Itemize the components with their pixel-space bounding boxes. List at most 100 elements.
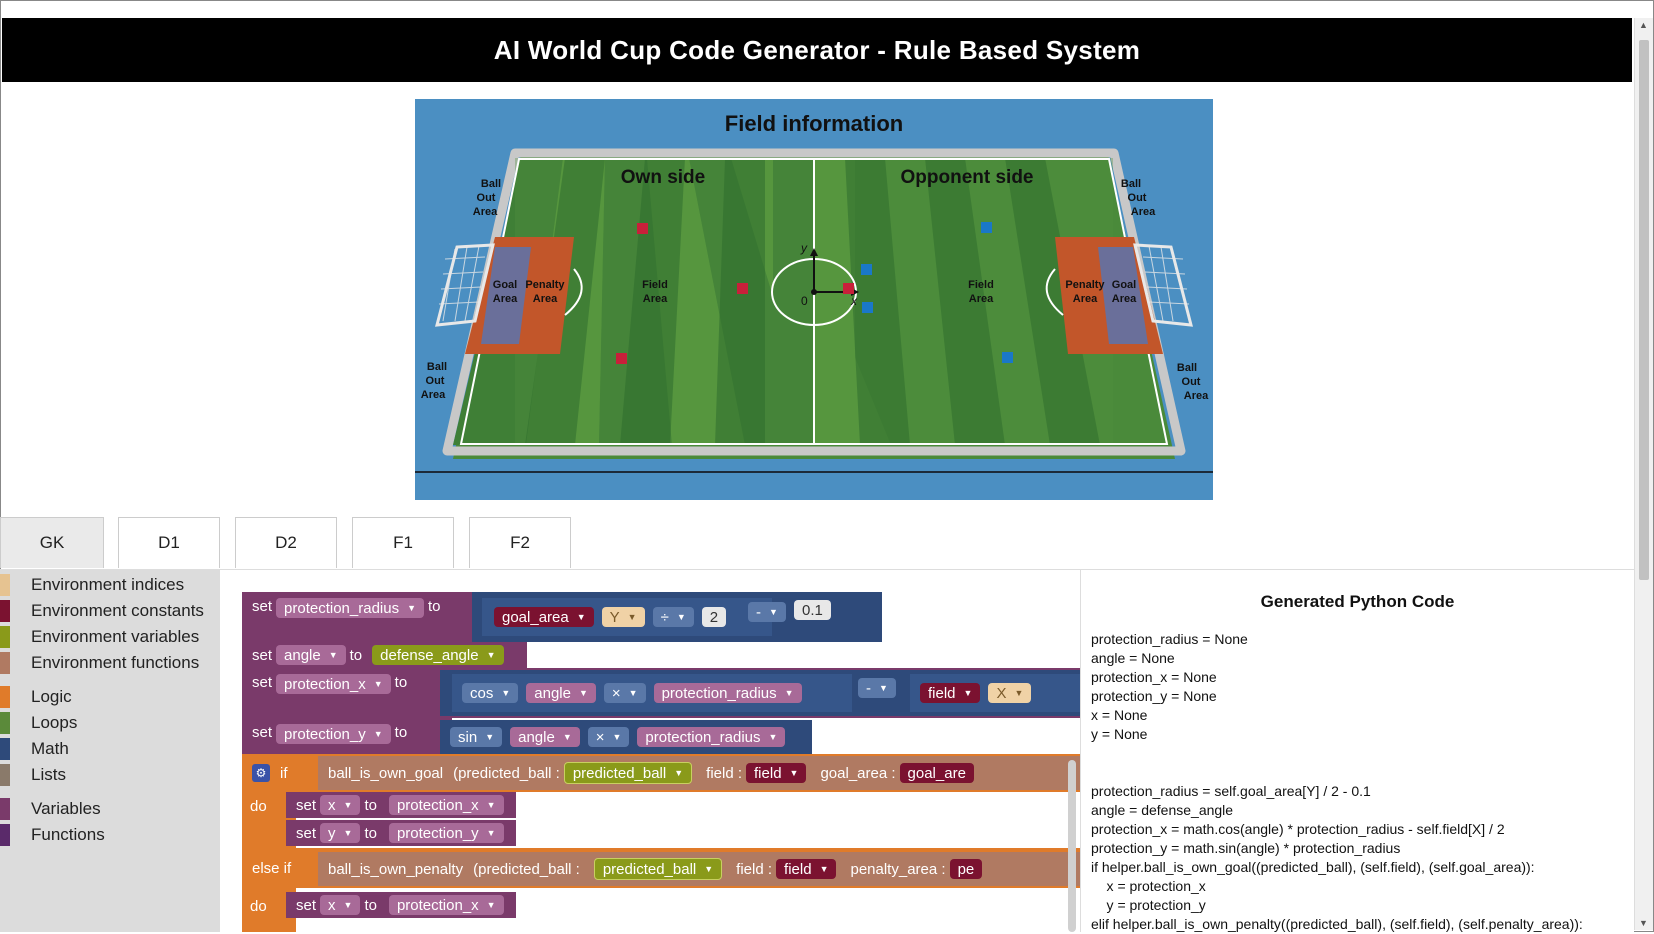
ball-is-own-goal-block[interactable]: ball_is_own_goal (predicted_ball : predi… [318, 756, 1080, 790]
category-lists[interactable]: Lists [0, 762, 220, 788]
ball-out-label: Out [1128, 192, 1147, 204]
cos-dropdown[interactable]: cos ▼ [462, 683, 519, 703]
category-color-swatch [0, 686, 10, 708]
category-color-swatch [0, 712, 10, 734]
defense-angle-dropdown[interactable]: defense_angle ▼ [372, 645, 504, 665]
category-label: Loops [31, 713, 78, 732]
to-keyword: to [394, 724, 408, 741]
field-area-label: Field [642, 279, 668, 291]
ball-is-own-penalty-block[interactable]: ball_is_own_penalty (predicted_ball : pr… [318, 852, 1080, 886]
set-keyword: set [252, 646, 273, 664]
set-x-block[interactable]: set x ▼ to protection_x ▼ [286, 792, 516, 818]
dropdown-arrow-icon: ▼ [789, 768, 799, 778]
var-dropdown[interactable]: x ▼ [320, 895, 361, 915]
times-op-dropdown[interactable]: × ▼ [587, 727, 630, 747]
tab-d1[interactable]: D1 [118, 517, 220, 568]
to-keyword: to [394, 674, 408, 691]
set-keyword: set [252, 724, 273, 741]
field-dropdown[interactable]: field ▼ [776, 859, 837, 879]
dropdown-arrow-icon: ▼ [576, 612, 586, 622]
category-environment-variables[interactable]: Environment variables [0, 624, 220, 650]
minus-op-dropdown[interactable]: - ▼ [748, 602, 786, 622]
scroll-down-icon[interactable]: ▼ [1639, 918, 1648, 928]
const-name: goal_area [502, 608, 569, 626]
category-environment-constants[interactable]: Environment constants [0, 598, 220, 624]
times-op-dropdown[interactable]: × ▼ [603, 683, 646, 703]
index-y-dropdown[interactable]: Y ▼ [601, 607, 645, 627]
minus-op-dropdown[interactable]: - ▼ [858, 678, 896, 698]
set-angle-block[interactable]: set angle ▼ to defense_angle ▼ [242, 642, 527, 668]
math-multiply-block[interactable]: cos ▼ angle ▼ × ▼ protection_radius ▼ [452, 674, 852, 712]
const-name: field [754, 764, 782, 782]
var-dropdown[interactable]: protection_radius ▼ [276, 598, 425, 618]
predicted-ball-dropdown[interactable]: predicted_ball ▼ [593, 858, 723, 880]
math-divide-block[interactable]: field ▼ X ▼ [910, 674, 1080, 712]
set-y-block[interactable]: set y ▼ to protection_y ▼ [286, 820, 516, 846]
field-dropdown[interactable]: field ▼ [920, 683, 981, 703]
protection-x-var[interactable]: protection_x ▼ [388, 895, 504, 915]
scroll-up-icon[interactable]: ▲ [1639, 20, 1648, 30]
dropdown-arrow-icon: ▼ [373, 729, 383, 739]
dropdown-arrow-icon: ▼ [486, 800, 496, 810]
ball-out-label: Area [421, 389, 446, 401]
var-dropdown[interactable]: angle ▼ [276, 645, 346, 665]
index-x-dropdown[interactable]: X ▼ [988, 683, 1032, 703]
set-x-block[interactable]: set x ▼ to protection_x ▼ [286, 892, 516, 918]
protection-radius-var[interactable]: protection_radius ▼ [653, 683, 802, 703]
math-divide-block[interactable]: goal_area ▼ Y ▼ ÷ ▼ 2 [482, 598, 772, 636]
set-protection-radius-block[interactable]: set protection_radius ▼ to [242, 592, 472, 642]
goal-area-label: Goal [1112, 279, 1136, 291]
do-keyword: do [250, 897, 267, 915]
page-scrollbar-thumb[interactable] [1639, 40, 1649, 580]
number-field[interactable]: 2 [701, 607, 727, 627]
blockly-workspace[interactable]: set protection_radius ▼ to goal_area ▼ Y ▼ … [220, 570, 1080, 932]
workspace-scrollbar[interactable] [1068, 760, 1076, 932]
category-environment-functions[interactable]: Environment functions [0, 650, 220, 676]
sin-dropdown[interactable]: sin ▼ [450, 727, 503, 747]
category-loops[interactable]: Loops [0, 710, 220, 736]
penalty-area-label: Penalty [525, 279, 565, 291]
field-area-label: Field [968, 279, 994, 291]
number-field[interactable]: 0.1 [794, 600, 831, 620]
page-title: AI World Cup Code Generator - Rule Based… [493, 34, 1141, 65]
category-color-swatch [0, 738, 10, 760]
page-scrollbar[interactable]: ▲ ▼ [1634, 18, 1653, 930]
protection-x-var[interactable]: protection_x ▼ [388, 795, 504, 815]
divide-op-dropdown[interactable]: ÷ ▼ [652, 607, 694, 627]
dropdown-arrow-icon: ▼ [373, 679, 383, 689]
math-multiply-block[interactable]: sin ▼ angle ▼ × ▼ protection_radius ▼ [440, 720, 812, 754]
tab-f2[interactable]: F2 [469, 517, 571, 568]
goal-area-dropdown[interactable]: goal_are [899, 763, 974, 783]
category-environment-indices[interactable]: Environment indices [0, 572, 220, 598]
penalty-area-dropdown[interactable]: pe [949, 859, 983, 879]
const-name: goal_are [907, 764, 966, 782]
var-dropdown[interactable]: protection_x ▼ [276, 674, 391, 694]
do-label: do [250, 896, 267, 916]
tab-f1[interactable]: F1 [352, 517, 454, 568]
var-dropdown[interactable]: protection_y ▼ [276, 724, 391, 744]
category-logic[interactable]: Logic [0, 684, 220, 710]
block-toolbox: Environment indices Environment constant… [0, 570, 220, 932]
predicted-ball-dropdown[interactable]: predicted_ball ▼ [563, 762, 693, 784]
category-functions[interactable]: Functions [0, 822, 220, 848]
angle-var[interactable]: angle ▼ [526, 683, 596, 703]
category-variables[interactable]: Variables [0, 796, 220, 822]
tab-d2[interactable]: D2 [235, 517, 337, 568]
var-dropdown[interactable]: x ▼ [320, 795, 361, 815]
gear-icon[interactable]: ⚙ [252, 764, 270, 782]
field-dropdown[interactable]: field ▼ [746, 763, 807, 783]
protection-y-var[interactable]: protection_y ▼ [388, 823, 504, 843]
set-protection-y-block[interactable]: set protection_y ▼ to [242, 718, 452, 754]
goal-area-dropdown[interactable]: goal_area ▼ [494, 607, 594, 627]
angle-var[interactable]: angle ▼ [510, 727, 580, 747]
var-dropdown[interactable]: y ▼ [320, 823, 361, 843]
func-name: ball_is_own_penalty [328, 860, 464, 878]
tab-gk[interactable]: GK [0, 517, 104, 568]
generated-code-panel: Generated Python Code protection_radius … [1080, 570, 1634, 932]
ball-out-label: Out [477, 192, 496, 204]
dropdown-arrow-icon: ▼ [628, 688, 638, 698]
dropdown-arrow-icon: ▼ [328, 650, 338, 660]
param-label: (predicted_ball : [473, 860, 580, 878]
category-math[interactable]: Math [0, 736, 220, 762]
protection-radius-var[interactable]: protection_radius ▼ [637, 727, 786, 747]
